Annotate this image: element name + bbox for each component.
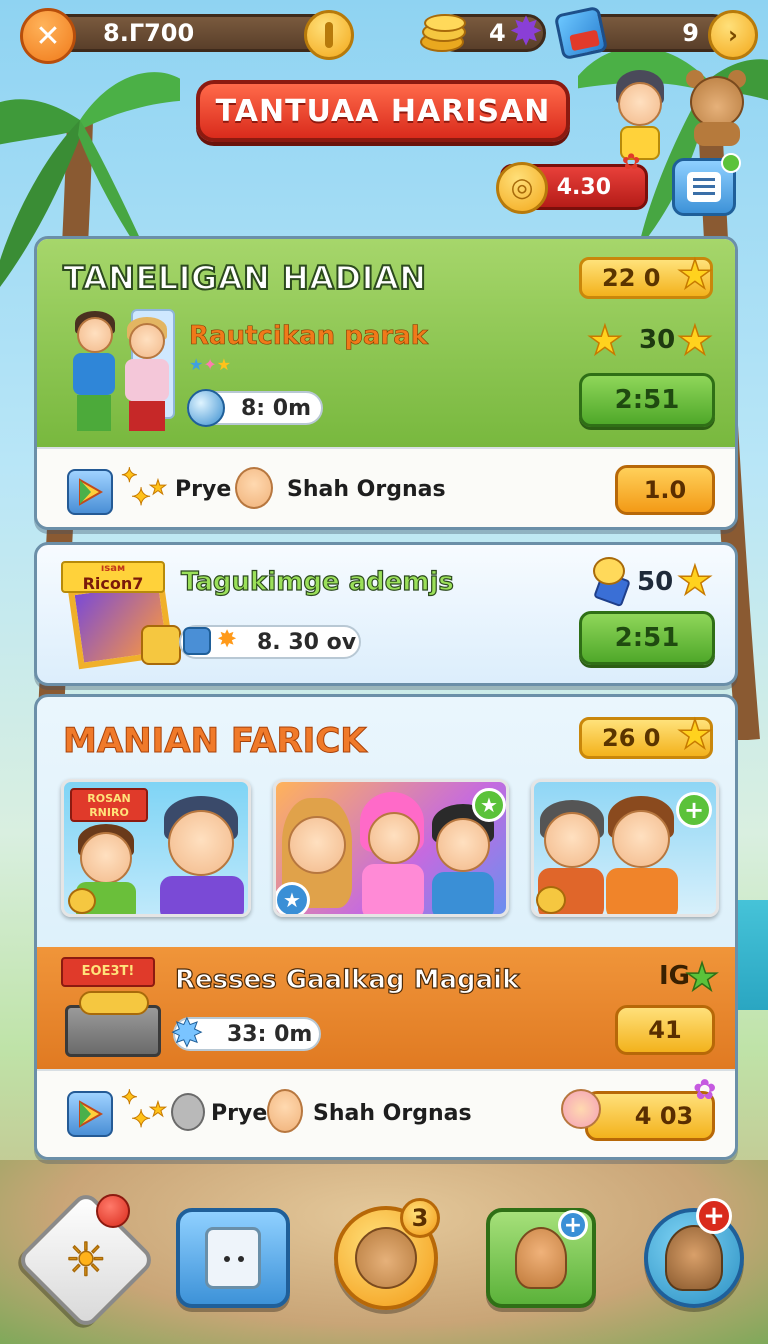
thumbnail-card-1[interactable]: ROSAN RNIRO: [61, 779, 251, 917]
panel-1-subtitle: Rautcikan parak: [189, 321, 429, 352]
orb-icon: [187, 389, 225, 427]
panel-1-footer-label-b: Shah Orgnas: [287, 477, 446, 502]
panel-3-footer-label-b: Shah Orgnas: [313, 1101, 472, 1126]
card-icon: [205, 1227, 261, 1289]
dice-icon: [553, 5, 609, 61]
panel-2-timer-value: 8. 30 ov: [257, 629, 357, 655]
panel-2-star-value: 50: [637, 567, 674, 597]
chest-timer-value: 33: 0m: [227, 1021, 313, 1047]
thumbnail-1-ribbon: ROSAN RNIRO: [70, 788, 148, 822]
panel-1-footer: ✦ ✦ ★ Prye Shah Orgnas 1.0: [37, 447, 735, 527]
chest-title: Resses Gaalkag Magaik: [174, 964, 520, 995]
gems-add-button[interactable]: ›: [708, 10, 758, 60]
coin-icon: [68, 888, 96, 914]
cards-button[interactable]: [176, 1208, 290, 1308]
star-badge-icon: ★: [276, 882, 310, 914]
notification-badge: [96, 1194, 130, 1228]
panel-1-timer-value: 8: 0m: [241, 395, 311, 421]
event-panel-3: MANIAN FARICK 26 0 ★ ROSAN RNIRO ★ ★ + E…: [34, 694, 738, 1160]
kid-character: [600, 70, 680, 160]
chest-ribbon: EOE3T!: [61, 957, 155, 987]
treasure-chest-icon: EOE3T!: [59, 957, 169, 1061]
notification-dot: [721, 153, 741, 173]
panel-3-badge-value: 26 0: [602, 724, 661, 752]
panel-1-action-button[interactable]: 2:51: [579, 373, 715, 427]
progress-value: 8.Г700: [103, 19, 195, 47]
panel-1-footer-button[interactable]: 1.0: [615, 465, 715, 515]
thumbnail-card-2[interactable]: ★ ★: [273, 779, 509, 917]
panel-1-badge-value: 22 0: [602, 264, 661, 292]
coin-counter-value: 4.30: [556, 174, 611, 200]
plus-icon: +: [696, 1198, 732, 1234]
star-icon: ★: [676, 712, 713, 758]
bottom-nav: ☀ 3 + +: [0, 1180, 768, 1344]
spiral-coin-icon: ◎: [496, 162, 548, 214]
squirrel-icon: [515, 1227, 567, 1289]
menu-list-button[interactable]: [672, 153, 741, 216]
event-panel-2: ısaм Ricon7 Tagukimge ademjs 8. 30 ov ✸ …: [34, 542, 738, 686]
star-badge-icon: ★: [472, 788, 506, 822]
panel-1-star-value: 30: [639, 325, 676, 355]
panel-3-footer-button-value: 4 03: [634, 1102, 694, 1130]
gem-icon: ✿: [693, 1073, 717, 1106]
coin-stack-icon: [420, 14, 466, 54]
sparkle-icon: ★: [149, 475, 168, 500]
event-panel-1: TANELIGAN HADIAN 22 0 ★ Rautcikan parak …: [34, 236, 738, 530]
panel-1-footer-label-a: Prye: [175, 477, 232, 502]
thumbnail-card-3[interactable]: +: [531, 779, 719, 917]
character-count-badge: 3: [400, 1198, 440, 1238]
sun-icon: ☀: [65, 1232, 108, 1288]
sparkle-icon: ★: [149, 1097, 168, 1122]
panel-2-action-button[interactable]: 2:51: [579, 611, 715, 665]
chest-button[interactable]: 41: [615, 1005, 715, 1055]
gems-value: 9: [682, 19, 699, 47]
panel-1-title: TANELIGAN HADIAN: [62, 258, 427, 298]
koala-icon: [171, 1093, 205, 1131]
star-icon: ★: [676, 252, 713, 298]
progress-pill: 8.Г700: [46, 14, 342, 52]
back-arrow-icon: ✕: [35, 18, 61, 54]
star-icon: ★: [676, 318, 713, 364]
panel-2-ribbon: Ricon7: [82, 574, 144, 593]
avatar: [235, 467, 273, 509]
panel-3-footer-label-a: Prye: [211, 1101, 268, 1126]
bear-character: [684, 70, 750, 146]
play-store-icon: [67, 1091, 113, 1137]
list-icon: [687, 172, 721, 202]
page-title: TANTUAA HARISAN: [196, 80, 570, 142]
panel-2-title: Tagukimge ademjs: [180, 566, 454, 597]
lock-icon: [183, 627, 211, 655]
avatar: [267, 1089, 303, 1133]
snowflake-icon: ✸: [171, 1011, 204, 1056]
coin-icon: [304, 10, 354, 60]
coin-roll-icon: [593, 557, 633, 608]
panel-3-footer: ✦ ✦ ★ Prye Shah Orgnas 4 03 ✿: [37, 1069, 735, 1157]
bear-icon: [355, 1227, 417, 1289]
star-icon: ★: [586, 318, 623, 364]
gem-icon: ✸: [509, 9, 543, 55]
play-store-icon: [67, 469, 113, 515]
chest-offer-row: EOE3T! Resses Gaalkag Magaik 33: 0m ✸ IG…: [37, 947, 735, 1069]
kids-illustration: [65, 309, 175, 435]
top-bar: 8.Г700 ✕ 4 ✸ 9 ›: [0, 0, 768, 70]
panel-3-title: MANIAN FARICK: [63, 721, 368, 762]
coin-icon: [536, 886, 566, 914]
mini-stars-icon: ★✦★: [189, 355, 232, 374]
plus-icon[interactable]: +: [676, 792, 712, 828]
star-icon: ★: [676, 558, 713, 604]
avatar: [561, 1089, 601, 1129]
chevron-right-icon: ›: [728, 21, 738, 49]
burst-icon: ✸: [217, 625, 238, 653]
plus-icon: +: [558, 1210, 588, 1240]
photo-frame-icon: ısaм Ricon7: [61, 561, 185, 673]
daily-reward-button[interactable]: ☀: [15, 1189, 157, 1331]
flower-icon: ✿: [622, 150, 641, 175]
green-star-icon: ★: [684, 954, 720, 1000]
beaver-icon: [665, 1225, 723, 1291]
coins-value: 4: [489, 19, 506, 47]
back-button[interactable]: ✕: [20, 8, 76, 64]
